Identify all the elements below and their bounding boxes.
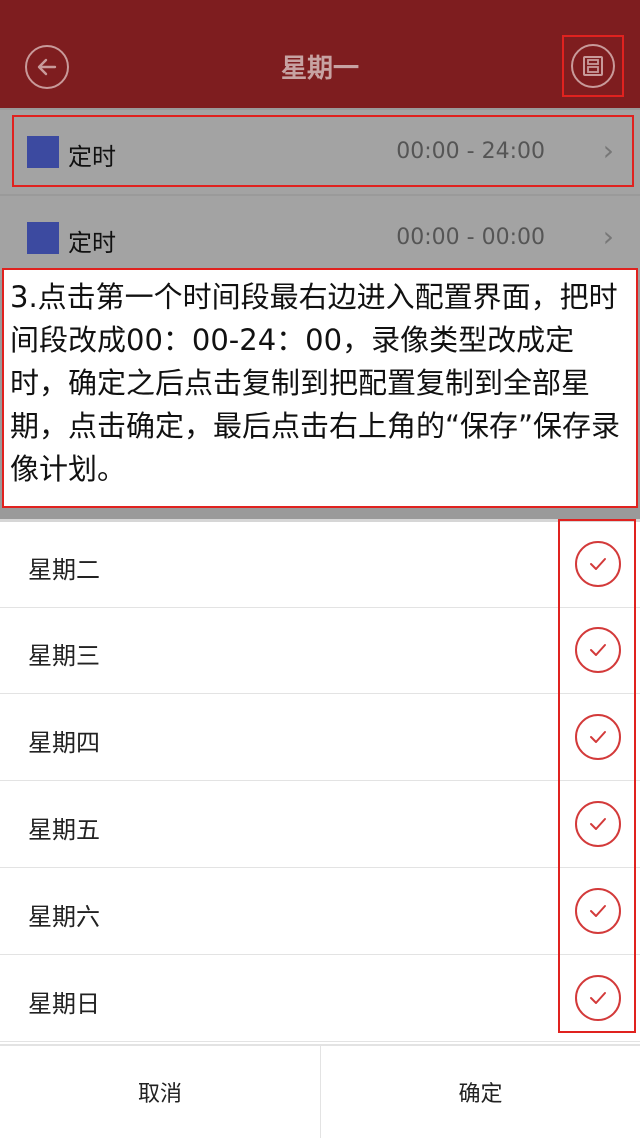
annotation-highlight-checks	[558, 519, 636, 1033]
day-row-wednesday[interactable]: 星期三	[0, 608, 640, 694]
annotation-highlight-slot	[12, 115, 634, 187]
slot-type-label: 定时	[68, 229, 116, 257]
cancel-button[interactable]: 取消	[0, 1046, 320, 1138]
day-label: 星期五	[28, 816, 100, 844]
save-icon	[583, 56, 603, 76]
slot-time-range: 00:00 - 00:00	[396, 225, 545, 250]
day-label: 星期六	[28, 903, 100, 931]
day-row-friday[interactable]: 星期五	[0, 782, 640, 868]
day-label: 星期四	[28, 729, 100, 757]
day-label: 星期二	[28, 556, 100, 584]
page-title: 星期一	[280, 54, 359, 84]
day-label: 星期日	[28, 990, 100, 1018]
instruction-callout: 3.点击第一个时间段最右边进入配置界面，把时间段改成00：00-24：00，录像…	[2, 268, 638, 508]
day-label: 星期三	[28, 642, 100, 670]
chevron-right-icon[interactable]: ›	[603, 220, 614, 253]
save-button-circle	[571, 44, 615, 88]
confirm-button[interactable]: 确定	[320, 1046, 640, 1138]
day-row-thursday[interactable]: 星期四	[0, 695, 640, 781]
slot-color-swatch	[27, 222, 59, 254]
save-button[interactable]	[562, 35, 624, 97]
bottom-action-bar: 取消 确定	[0, 1044, 640, 1138]
day-row-saturday[interactable]: 星期六	[0, 869, 640, 955]
day-row-sunday[interactable]: 星期日	[0, 956, 640, 1042]
top-bar: 星期一	[0, 0, 640, 108]
day-row-tuesday[interactable]: 星期二	[0, 522, 640, 608]
